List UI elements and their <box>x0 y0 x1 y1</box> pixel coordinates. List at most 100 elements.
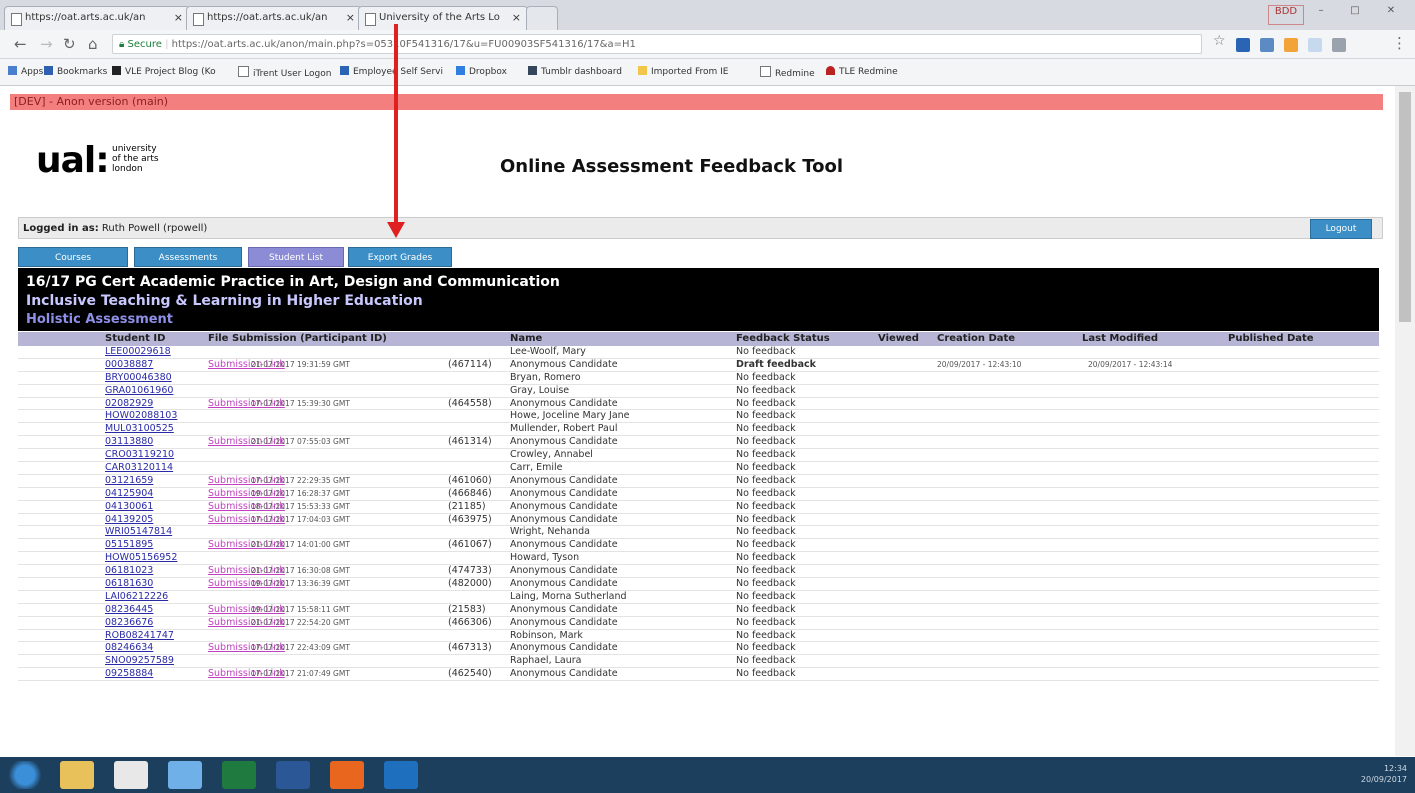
page-scrollbar[interactable] <box>1395 86 1415 756</box>
logout-button[interactable]: Logout <box>1310 219 1372 239</box>
browser-tab-2[interactable]: https://oat.arts.ac.uk/an × <box>186 6 362 30</box>
student-id-link[interactable]: 04139205 <box>105 514 153 525</box>
close-window-button[interactable]: ✕ <box>1374 5 1408 23</box>
student-name: Howard, Tyson <box>510 552 580 564</box>
student-id-link[interactable]: ROB08241747 <box>105 630 174 641</box>
table-row: ROB08241747 Robinson, Mark No feedback <box>18 630 1379 643</box>
browser-tab-3[interactable]: University of the Arts Lo × <box>358 6 528 30</box>
minimize-button[interactable]: – <box>1306 5 1336 23</box>
file-explorer-icon[interactable] <box>60 761 94 789</box>
student-id-link[interactable]: HOW02088103 <box>105 410 177 421</box>
student-name: Anonymous Candidate <box>510 397 618 409</box>
new-tab-button[interactable] <box>526 6 558 30</box>
forward-arrow-icon[interactable]: → <box>40 35 53 53</box>
extension-icon[interactable] <box>1236 38 1250 52</box>
column-header[interactable]: Name <box>510 333 542 344</box>
word-icon[interactable] <box>276 761 310 789</box>
bookmark-bookmarks[interactable]: Bookmarks <box>44 66 107 77</box>
student-id-link[interactable]: 06181630 <box>105 578 153 589</box>
scrollbar-thumb[interactable] <box>1399 92 1411 322</box>
feedback-status: No feedback <box>736 616 796 628</box>
close-icon[interactable]: × <box>346 11 355 24</box>
logged-in-user: Ruth Powell (rpowell) <box>101 223 208 234</box>
table-row: MUL03100525 Mullender, Robert Paul No feed… <box>18 423 1379 437</box>
column-header[interactable]: Student ID <box>105 333 165 344</box>
profile-badge[interactable]: BDD <box>1268 5 1304 25</box>
student-id-link[interactable]: GRA01061960 <box>105 385 173 396</box>
page-icon <box>340 66 349 75</box>
firefox-icon[interactable] <box>330 761 364 789</box>
column-header[interactable]: File Submission (Participant ID) <box>208 333 387 344</box>
extension-icon[interactable] <box>1308 38 1322 52</box>
bookmark-tle-redmine[interactable]: TLE Redmine <box>826 66 898 77</box>
student-id-link[interactable]: HOW05156952 <box>105 552 177 563</box>
student-id-link[interactable]: CAR03120114 <box>105 462 173 473</box>
system-clock[interactable]: 12:34 20/09/2017 <box>1361 763 1407 785</box>
bookmark-apps[interactable]: Apps <box>8 66 43 77</box>
student-id-link[interactable]: MUL03100525 <box>105 423 174 434</box>
ie-icon[interactable] <box>168 761 202 789</box>
bookmark-itrent[interactable]: iTrent User Logon <box>238 66 331 79</box>
feedback-status: Draft feedback <box>736 358 816 370</box>
close-icon[interactable]: × <box>512 11 521 24</box>
submission-time: 17-07-2017 15:39:30 GMT <box>251 398 350 408</box>
address-bar[interactable]: 🔒︎ Secure | https://oat.arts.ac.uk/anon/… <box>112 34 1202 54</box>
column-header[interactable]: Feedback Status <box>736 333 830 344</box>
student-id-link[interactable]: 03121659 <box>105 475 153 486</box>
student-id-link[interactable]: 04125904 <box>105 488 153 499</box>
tab-export-grades[interactable]: Export Grades <box>348 247 452 267</box>
student-id-link[interactable]: CRO03119210 <box>105 449 174 460</box>
menu-icon[interactable]: ⋮ <box>1392 34 1407 52</box>
student-id-link[interactable]: SNO09257589 <box>105 655 174 666</box>
student-id-link[interactable]: 05151895 <box>105 539 153 550</box>
student-table: LEE00029618 Lee-Woolf, Mary No feedback 000… <box>18 346 1379 682</box>
back-arrow-icon[interactable]: ← <box>14 35 27 53</box>
column-header[interactable]: Creation Date <box>937 333 1015 344</box>
chrome-icon[interactable] <box>114 761 148 789</box>
student-name: Anonymous Candidate <box>510 668 618 680</box>
student-id-link[interactable]: 04130061 <box>105 501 153 512</box>
student-id-link[interactable]: 00038887 <box>105 359 153 370</box>
bookmark-vle-blog[interactable]: VLE Project Blog (Ko <box>112 66 216 77</box>
column-header[interactable]: Last Modified <box>1082 333 1158 344</box>
maximize-button[interactable]: □ <box>1340 5 1370 23</box>
feedback-status: No feedback <box>736 603 796 615</box>
column-header[interactable]: Published Date <box>1228 333 1314 344</box>
extension-icon[interactable] <box>1260 38 1274 52</box>
student-id-link[interactable]: 06181023 <box>105 565 153 576</box>
bookmark-redmine[interactable]: Redmine <box>760 66 815 79</box>
bookmark-employee[interactable]: Employee Self Servi <box>340 66 443 77</box>
student-id-link[interactable]: 08236445 <box>105 604 153 615</box>
browser-tab-1[interactable]: https://oat.arts.ac.uk/an × <box>4 6 190 30</box>
tab-courses[interactable]: Courses <box>18 247 128 267</box>
feedback-status: No feedback <box>736 513 796 525</box>
student-id-link[interactable]: 08236676 <box>105 617 153 628</box>
bookmark-label: Employee Self Servi <box>353 67 443 77</box>
tab-assessments[interactable]: Assessments <box>134 247 242 267</box>
column-header[interactable]: Viewed <box>878 333 919 344</box>
extension-icon[interactable] <box>1332 38 1346 52</box>
student-id-link[interactable]: LAI06212226 <box>105 591 168 602</box>
student-id-link[interactable]: LEE00029618 <box>105 346 171 357</box>
rss-icon[interactable] <box>1284 38 1298 52</box>
bookmark-tumblr[interactable]: Tumblr dashboard <box>528 66 622 77</box>
tab-student-list[interactable]: Student List <box>248 247 344 267</box>
start-button-icon[interactable] <box>6 761 44 789</box>
reload-icon[interactable]: ↻ <box>63 35 76 53</box>
bookmark-imported[interactable]: Imported From IE <box>638 66 728 77</box>
close-icon[interactable]: × <box>174 11 183 24</box>
student-id-link[interactable]: 02082929 <box>105 398 153 409</box>
home-icon[interactable]: ⌂ <box>88 35 98 53</box>
student-id-link[interactable]: 08246634 <box>105 642 153 653</box>
page-icon <box>760 66 771 77</box>
student-id-link[interactable]: BRY00046380 <box>105 372 172 383</box>
student-id-link[interactable]: WRI05147814 <box>105 526 172 537</box>
bookmark-dropbox[interactable]: Dropbox <box>456 66 507 77</box>
submission-time: 17-07-2017 22:29:35 GMT <box>251 475 350 485</box>
student-id-link[interactable]: 09258884 <box>105 668 153 679</box>
bookmarks-bar: Apps Bookmarks VLE Project Blog (Ko iTre… <box>0 59 1415 86</box>
excel-icon[interactable] <box>222 761 256 789</box>
student-id-link[interactable]: 03113880 <box>105 436 153 447</box>
outlook-icon[interactable] <box>384 761 418 789</box>
star-icon[interactable]: ☆ <box>1213 33 1226 49</box>
